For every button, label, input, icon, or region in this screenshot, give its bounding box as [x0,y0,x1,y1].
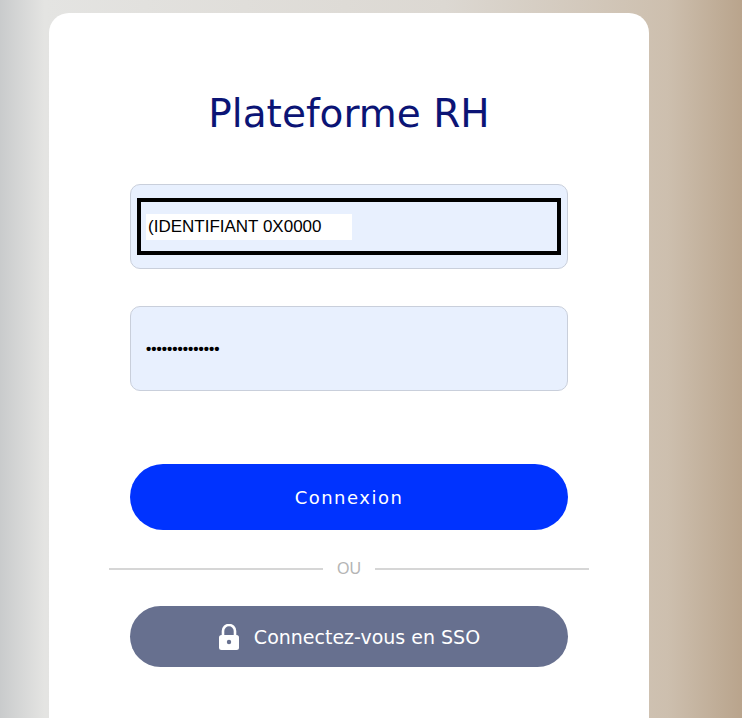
divider-text: OU [337,559,361,579]
sso-button[interactable]: Connectez-vous en SSO [130,606,568,667]
divider: OU [109,559,589,579]
platform-title: Plateforme RH [208,89,489,139]
login-page: Plateforme RH (IDENTIFIANT 0X0000 ••••••••… [0,0,742,718]
lock-icon [218,624,240,650]
username-field[interactable]: (IDENTIFIANT 0X0000 [130,184,568,269]
divider-line [109,568,323,570]
redaction-box: (IDENTIFIANT 0X0000 [137,198,561,255]
username-value: (IDENTIFIANT 0X0000 [146,214,352,240]
sso-label: Connectez-vous en SSO [254,626,480,648]
password-value: •••••••••••••• [146,340,220,357]
login-card: Plateforme RH (IDENTIFIANT 0X0000 ••••••••… [49,13,649,718]
password-field[interactable]: •••••••••••••• [130,306,568,391]
login-button[interactable]: Connexion [130,464,568,530]
divider-line [375,568,589,570]
